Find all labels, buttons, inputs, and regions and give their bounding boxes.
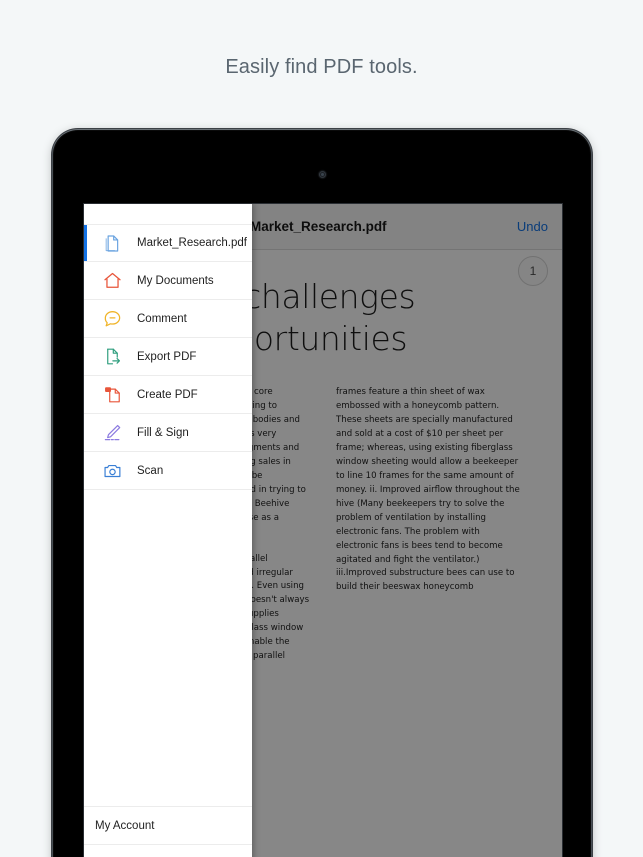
sidebar-item-label: Export PDF: [137, 350, 197, 363]
sidebar-item-label: My Documents: [137, 274, 214, 287]
create-pdf-icon: [101, 384, 123, 406]
sidebar-item-label: Comment: [137, 312, 187, 325]
sidebar-item-scan[interactable]: Scan: [84, 452, 252, 490]
sidebar-item-my-account[interactable]: My Account: [84, 806, 252, 844]
sidebar-item-create-pdf[interactable]: Create PDF: [84, 376, 252, 414]
sidebar-item-help[interactable]: Help: [84, 844, 252, 857]
pdf-paragraph: frames feature a thin sheet of wax embos…: [336, 387, 520, 593]
drawer-nav-list: Market_Research.pdf My Documents Comment…: [84, 204, 252, 490]
pdf-document-icon: [101, 232, 123, 254]
sidebar-item-label: Create PDF: [137, 388, 198, 401]
home-icon: [101, 270, 123, 292]
sidebar-footer-label: My Account: [95, 819, 155, 832]
camera-dot-icon: [318, 171, 326, 178]
page-number-badge: 1: [518, 256, 548, 286]
scan-camera-icon: [101, 460, 123, 482]
sidebar-item-label: Market_Research.pdf: [137, 237, 247, 249]
page-caption: Easily find PDF tools.: [225, 56, 418, 78]
comment-bubble-icon: [101, 308, 123, 330]
undo-button[interactable]: Undo: [517, 219, 548, 234]
sidebar-item-label: Scan: [137, 464, 164, 477]
sidebar-item-my-documents[interactable]: My Documents: [84, 262, 252, 300]
sidebar-item-label: Fill & Sign: [137, 426, 189, 439]
navigation-drawer: Market_Research.pdf My Documents Comment…: [84, 204, 252, 857]
tablet-device-frame: Market_Research.pdf Undo 1 Market challe…: [52, 129, 592, 857]
tablet-screen: Market_Research.pdf Undo 1 Market challe…: [84, 204, 562, 857]
drawer-spacer: [84, 490, 252, 806]
sidebar-item-export-pdf[interactable]: Export PDF: [84, 338, 252, 376]
sidebar-item-market-research-pdf[interactable]: Market_Research.pdf: [84, 224, 252, 262]
sidebar-item-comment[interactable]: Comment: [84, 300, 252, 338]
fill-sign-pen-icon: [101, 422, 123, 444]
export-pdf-icon: [101, 346, 123, 368]
sidebar-item-fill-and-sign[interactable]: Fill & Sign: [84, 414, 252, 452]
pdf-column-right: frames feature a thin sheet of wax embos…: [336, 386, 524, 690]
drawer-footer-list: My Account Help: [84, 806, 252, 857]
